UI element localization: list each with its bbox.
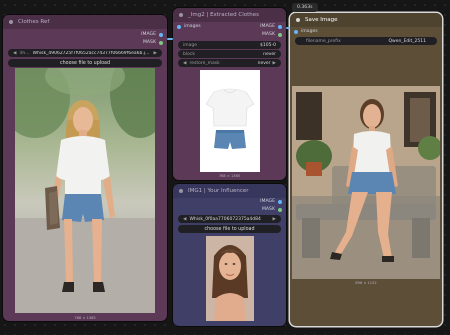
node-title-bar[interactable]: _Img2 | Extracted Clothes: [173, 8, 286, 22]
node-save-image[interactable]: Save Image images filename_prefix Qwen_E…: [290, 13, 442, 326]
input-images-label: images: [301, 29, 318, 34]
node-title: IMG1 | Your Influencer: [188, 188, 249, 194]
restore-mask-value: never: [257, 60, 271, 66]
execution-time-label: 0.363s: [297, 5, 313, 10]
choose-file-label: choose file to upload: [59, 60, 111, 66]
choose-file-label: choose file to upload: [204, 226, 255, 232]
filename-prefix-input[interactable]: filename_prefix Qwen_Edit_2511: [295, 37, 437, 45]
arrow-left-icon[interactable]: ◀: [13, 51, 16, 56]
clothes-illustration: [205, 88, 255, 149]
output-mask[interactable]: MASK: [262, 32, 282, 37]
arrow-left-icon[interactable]: ◀: [183, 217, 186, 222]
image-size-caption: 768 × 1365: [74, 316, 96, 320]
link-image-wire[interactable]: [167, 38, 173, 40]
output-image-label: IMAGE: [260, 24, 275, 29]
arrow-right-icon[interactable]: ▶: [154, 51, 157, 56]
node-clothes-ref[interactable]: Clothes Ref IMAGE MASK ◀ im… Whisk_49062…: [3, 15, 167, 321]
output-image-dot-icon[interactable]: [278, 24, 282, 29]
arrow-right-icon[interactable]: ▶: [273, 217, 276, 222]
node-title-bar[interactable]: IMG1 | Your Influencer: [173, 184, 286, 198]
node-extracted-clothes[interactable]: _Img2 | Extracted Clothes images IMAGE M…: [173, 8, 286, 180]
choose-file-button[interactable]: choose file to upload: [8, 59, 162, 67]
output-image[interactable]: IMAGE: [260, 24, 282, 29]
input-images-dot-icon[interactable]: [294, 29, 298, 34]
image-size-caption: 768 × 1365: [218, 174, 241, 178]
output-mask-label: MASK: [142, 40, 156, 45]
arrow-right-icon[interactable]: ▶: [273, 61, 276, 66]
restore-mask-label: restore_mask: [189, 60, 220, 66]
node-title-bar[interactable]: Clothes Ref: [3, 15, 167, 29]
collapse-dot-icon[interactable]: [179, 13, 183, 17]
execution-time-badge: 0.363s: [292, 3, 318, 12]
preview-image-output: [292, 86, 440, 279]
input-images-dot-icon[interactable]: [177, 24, 181, 29]
output-mask-dot-icon[interactable]: [278, 32, 282, 37]
node-title: _Img2 | Extracted Clothes: [188, 12, 260, 18]
collapse-dot-icon[interactable]: [296, 18, 300, 22]
preview-image-woman-standing: [15, 68, 155, 313]
output-mask-label: MASK: [261, 32, 275, 37]
block-widget[interactable]: block never: [178, 50, 281, 58]
restore-mask-select[interactable]: ◀ restore_mask never ▶: [178, 59, 281, 67]
output-mask-dot-icon[interactable]: [278, 207, 282, 212]
image-widget-label: image: [183, 42, 198, 48]
image-size-caption: 896 × 1152: [355, 281, 377, 285]
image-file-value: Whisk_0f0aa7706072375a4d84: [189, 216, 261, 222]
woman-standing-illustration: [15, 68, 155, 313]
arrow-left-icon[interactable]: ◀: [183, 61, 186, 66]
collapse-dot-icon[interactable]: [179, 189, 183, 193]
output-image[interactable]: IMAGE: [260, 199, 282, 204]
influencer-portrait-illustration: [206, 236, 254, 321]
node-title: Save Image: [305, 17, 338, 23]
image-file-select[interactable]: ◀ im… Whisk_49062725f7f0652acc74377f0666…: [8, 49, 162, 57]
output-image-label: IMAGE: [260, 199, 275, 204]
node-your-influencer[interactable]: IMG1 | Your Influencer IMAGE MASK ◀ Whis…: [173, 184, 286, 326]
output-image-label: IMAGE: [141, 32, 156, 37]
image-file-select[interactable]: ◀ Whisk_0f0aa7706072375a4d84 ▶: [178, 215, 281, 223]
link-image-wire[interactable]: [286, 27, 290, 29]
image-widget-value: $105-0: [260, 42, 276, 48]
preview-image-clothes: [200, 70, 260, 172]
output-mask[interactable]: MASK: [262, 207, 282, 212]
image-file-label: im…: [19, 50, 30, 56]
node-title: Clothes Ref: [18, 19, 50, 25]
image-file-value: Whisk_49062725f7f0652acc74377f06669f6ea6…: [32, 50, 152, 56]
filename-prefix-value: Qwen_Edit_2511: [388, 38, 426, 44]
output-image-dot-icon[interactable]: [159, 32, 163, 37]
choose-file-button[interactable]: choose file to upload: [178, 225, 281, 233]
filename-prefix-label: filename_prefix: [306, 38, 341, 44]
block-widget-label: block: [183, 51, 195, 57]
input-images-label: images: [184, 24, 201, 29]
output-image[interactable]: IMAGE: [141, 32, 163, 37]
input-images[interactable]: images: [177, 24, 201, 29]
output-scene-illustration: [292, 86, 440, 279]
node-title-bar[interactable]: Save Image: [290, 13, 442, 27]
block-widget-value: never: [263, 51, 276, 57]
input-images[interactable]: images: [294, 29, 318, 34]
collapse-dot-icon[interactable]: [9, 20, 13, 24]
output-mask-label: MASK: [261, 207, 275, 212]
image-widget[interactable]: image $105-0: [178, 41, 281, 49]
output-mask[interactable]: MASK: [143, 40, 163, 45]
output-mask-dot-icon[interactable]: [159, 40, 163, 45]
preview-image-influencer: [206, 236, 254, 321]
output-image-dot-icon[interactable]: [278, 199, 282, 204]
